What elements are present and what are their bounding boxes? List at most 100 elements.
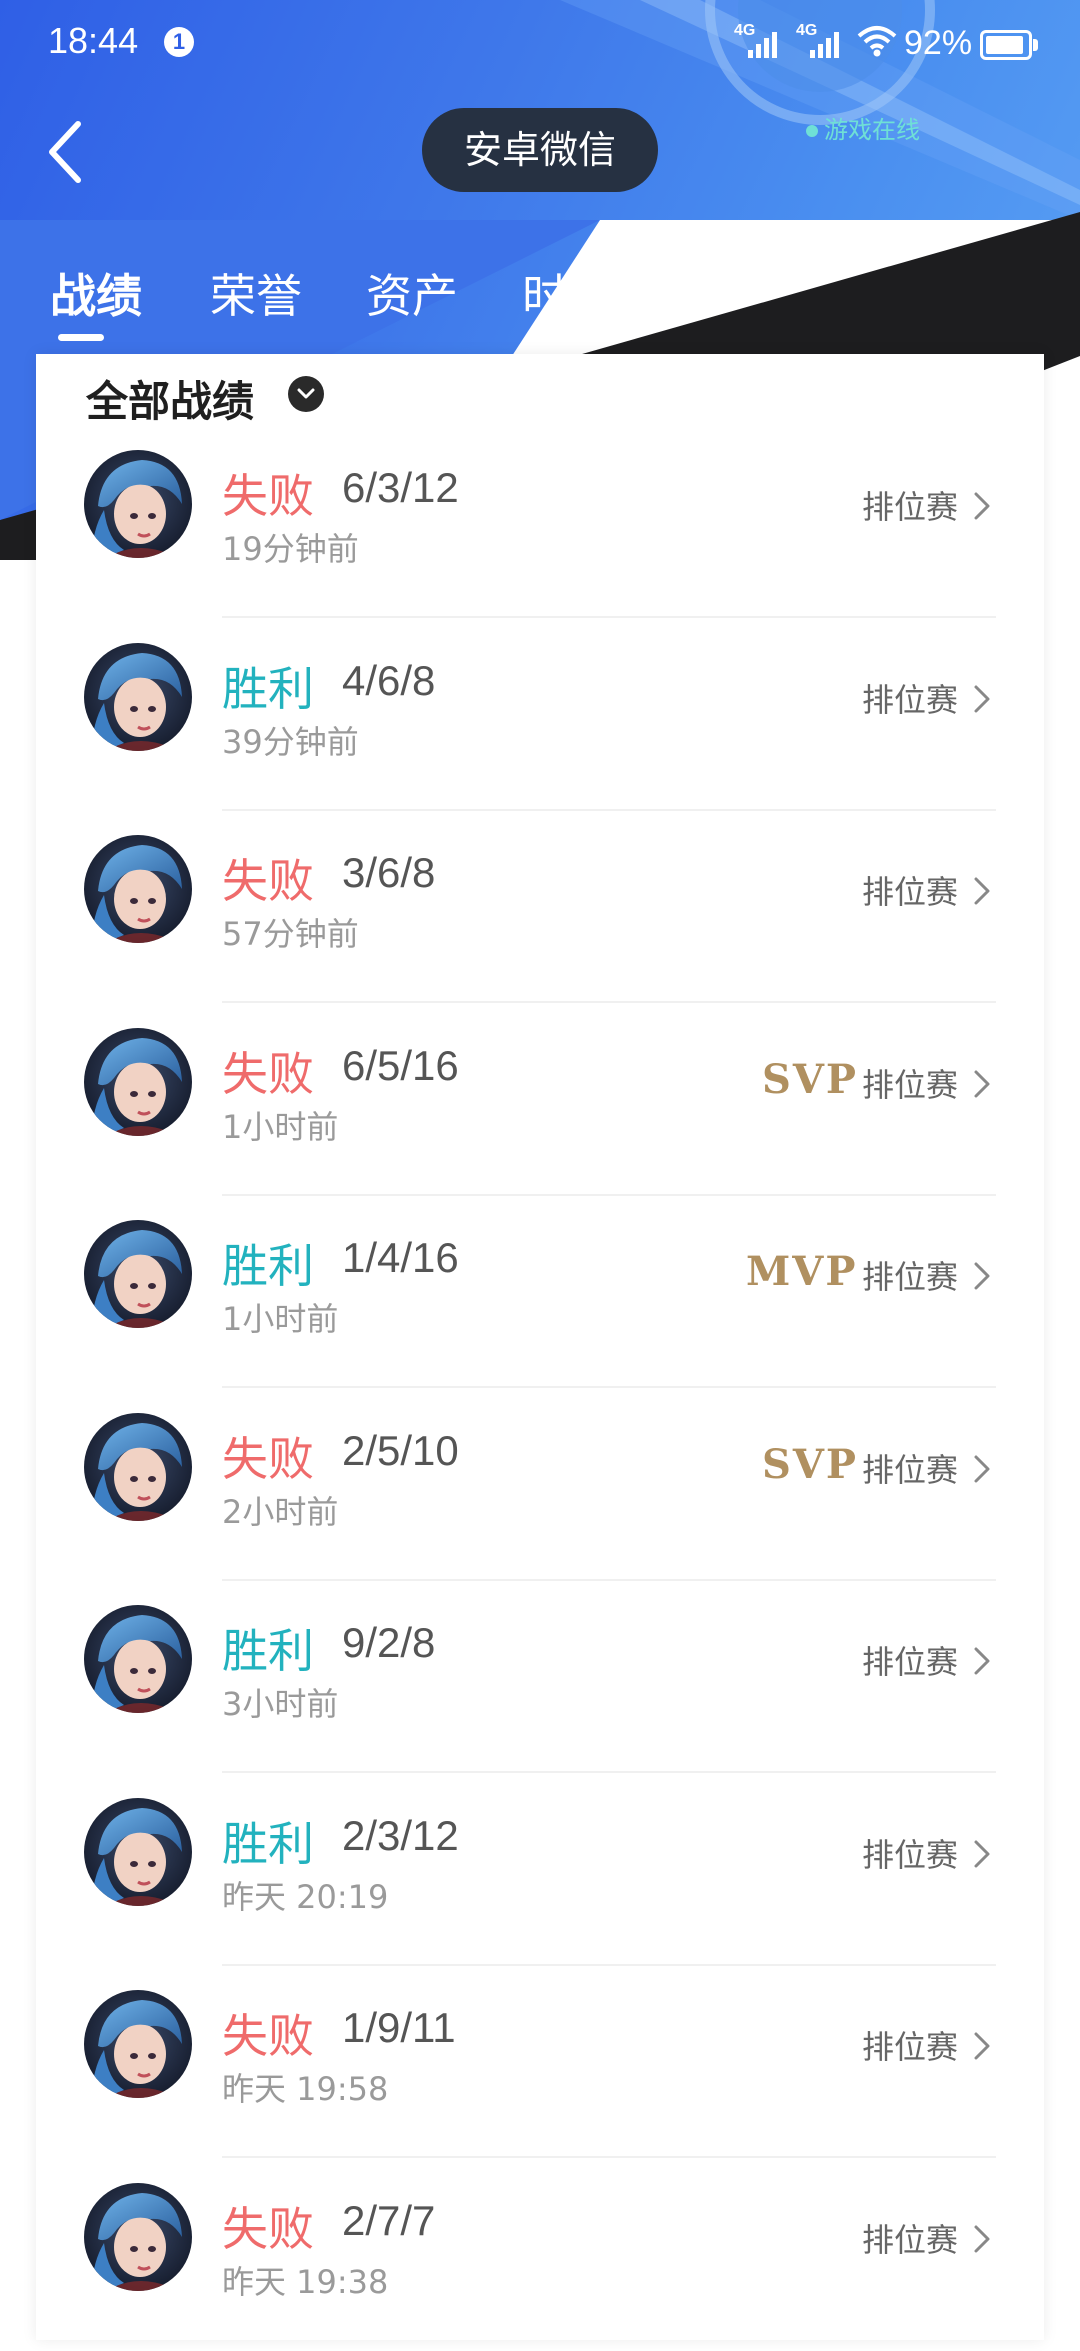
match-kda: 9/2/8 <box>342 1619 436 1666</box>
match-kda: 3/6/8 <box>342 849 436 896</box>
match-kda: 4/6/8 <box>342 657 436 704</box>
match-time: 昨天 19:38 <box>222 2263 389 2301</box>
active-tab-indicator <box>58 334 104 341</box>
performance-badge: SVP <box>762 1441 858 1488</box>
hero-avatar <box>84 643 192 751</box>
hero-avatar-image <box>84 1605 192 1713</box>
hero-avatar <box>84 1798 192 1906</box>
match-time: 39分钟前 <box>222 723 359 761</box>
account-title[interactable]: 安卓微信 <box>422 108 658 192</box>
match-result: 失败 <box>222 1047 314 1101</box>
match-result: 失败 <box>222 854 314 908</box>
battery-fill <box>986 36 1023 54</box>
hero-avatar-image <box>84 450 192 558</box>
match-time: 57分钟前 <box>222 915 359 953</box>
match-row[interactable]: 失败 6/5/16 1小时前 SVP 排位赛 <box>36 1004 1044 1196</box>
match-result: 失败 <box>222 469 314 523</box>
match-kda: 2/7/7 <box>342 2197 436 2244</box>
match-row[interactable]: 失败 2/7/7 昨天 19:38 排位赛 <box>36 2159 1044 2351</box>
match-result: 胜利 <box>222 1239 314 1293</box>
hero-avatar <box>84 1413 192 1521</box>
match-mode: 排位赛 <box>862 1066 959 1104</box>
performance-badge: SVP <box>762 1056 858 1103</box>
back-button[interactable] <box>40 112 96 192</box>
filter-dropdown-label[interactable]: 全部战绩 <box>86 368 254 429</box>
tab-bar: 战绩 荣誉 资产 时刻 <box>0 250 1080 360</box>
match-result: 胜利 <box>222 1817 314 1871</box>
hero-avatar-image <box>84 643 192 751</box>
match-kda: 6/5/16 <box>342 1042 459 1089</box>
match-time: 2小时前 <box>222 1493 339 1531</box>
performance-badge: MVP <box>746 1248 858 1295</box>
hero-avatar <box>84 1220 192 1328</box>
match-row[interactable]: 失败 2/5/10 2小时前 SVP 排位赛 <box>36 1389 1044 1581</box>
hero-avatar <box>84 2183 192 2291</box>
hero-avatar-image <box>84 1220 192 1328</box>
hero-avatar-image <box>84 2183 192 2291</box>
match-time: 1小时前 <box>222 1300 339 1338</box>
signal-icon-2 <box>810 32 839 58</box>
match-row[interactable]: 胜利 4/6/8 39分钟前 排位赛 <box>36 619 1044 811</box>
chevron-right-icon <box>972 490 992 526</box>
online-status: 游戏在线 <box>806 110 920 145</box>
battery-percent: 92% <box>904 24 973 62</box>
chevron-right-icon <box>972 1068 992 1104</box>
match-mode: 排位赛 <box>862 2221 959 2259</box>
row-divider <box>222 2156 996 2158</box>
chevron-right-icon <box>972 1838 992 1874</box>
match-time: 昨天 19:58 <box>222 2070 389 2108</box>
hero-avatar <box>84 1990 192 2098</box>
chevron-right-icon <box>972 1645 992 1681</box>
match-mode: 排位赛 <box>862 1836 959 1874</box>
chevron-right-icon <box>972 1453 992 1489</box>
chevron-right-icon <box>972 875 992 911</box>
match-row[interactable]: 失败 1/9/11 昨天 19:58 排位赛 <box>36 1966 1044 2158</box>
match-kda: 6/3/12 <box>342 464 459 511</box>
signal-icon-1 <box>748 32 777 58</box>
match-record-card: 全部战绩 失败 6/3/12 19分钟前 排位赛 胜利 4/6/8 39分钟前 … <box>36 354 1044 2340</box>
match-row[interactable]: 胜利 1/4/16 1小时前 MVP 排位赛 <box>36 1196 1044 1388</box>
row-divider <box>222 1386 996 1388</box>
match-mode: 排位赛 <box>862 2028 959 2066</box>
wifi-icon <box>857 26 897 57</box>
online-status-label: 游戏在线 <box>824 116 920 144</box>
match-row[interactable]: 失败 3/6/8 57分钟前 排位赛 <box>36 811 1044 1003</box>
hero-avatar-image <box>84 1028 192 1136</box>
match-time: 1小时前 <box>222 1108 339 1146</box>
hero-avatar-image <box>84 1990 192 2098</box>
chevron-right-icon <box>972 683 992 719</box>
status-time: 18:44 <box>48 20 139 61</box>
match-row[interactable]: 失败 6/3/12 19分钟前 排位赛 <box>36 426 1044 618</box>
tab-honor[interactable]: 荣誉 <box>210 260 302 326</box>
match-row[interactable]: 胜利 2/3/12 昨天 20:19 排位赛 <box>36 1774 1044 1966</box>
battery-nub <box>1033 39 1038 51</box>
filter-dropdown-button[interactable] <box>288 376 324 412</box>
match-mode: 排位赛 <box>862 873 959 911</box>
match-kda: 2/3/12 <box>342 1812 459 1859</box>
chevron-right-icon <box>972 2030 992 2066</box>
hero-avatar <box>84 1605 192 1713</box>
hero-avatar <box>84 835 192 943</box>
hero-avatar <box>84 1028 192 1136</box>
online-dot-icon <box>806 125 818 137</box>
match-kda: 1/4/16 <box>342 1234 459 1281</box>
chevron-down-icon <box>297 388 315 399</box>
match-time: 19分钟前 <box>222 530 359 568</box>
row-divider <box>222 1771 996 1773</box>
row-divider <box>222 616 996 618</box>
match-time: 昨天 20:19 <box>222 1878 389 1916</box>
tab-assets[interactable]: 资产 <box>366 260 458 326</box>
match-result: 失败 <box>222 2202 314 2256</box>
match-row[interactable]: 胜利 9/2/8 3小时前 排位赛 <box>36 1581 1044 1773</box>
match-result: 胜利 <box>222 1624 314 1678</box>
tab-record[interactable]: 战绩 <box>50 260 142 326</box>
match-mode: 排位赛 <box>862 681 959 719</box>
back-arrow-icon <box>49 121 81 183</box>
status-bar: 18:44 1 4G 4G 92% <box>0 0 1080 84</box>
match-kda: 1/9/11 <box>342 2004 456 2051</box>
match-result: 失败 <box>222 2009 314 2063</box>
match-result: 胜利 <box>222 662 314 716</box>
tab-moments[interactable]: 时刻 <box>522 260 614 326</box>
match-time: 3小时前 <box>222 1685 339 1723</box>
hero-avatar-image <box>84 1413 192 1521</box>
